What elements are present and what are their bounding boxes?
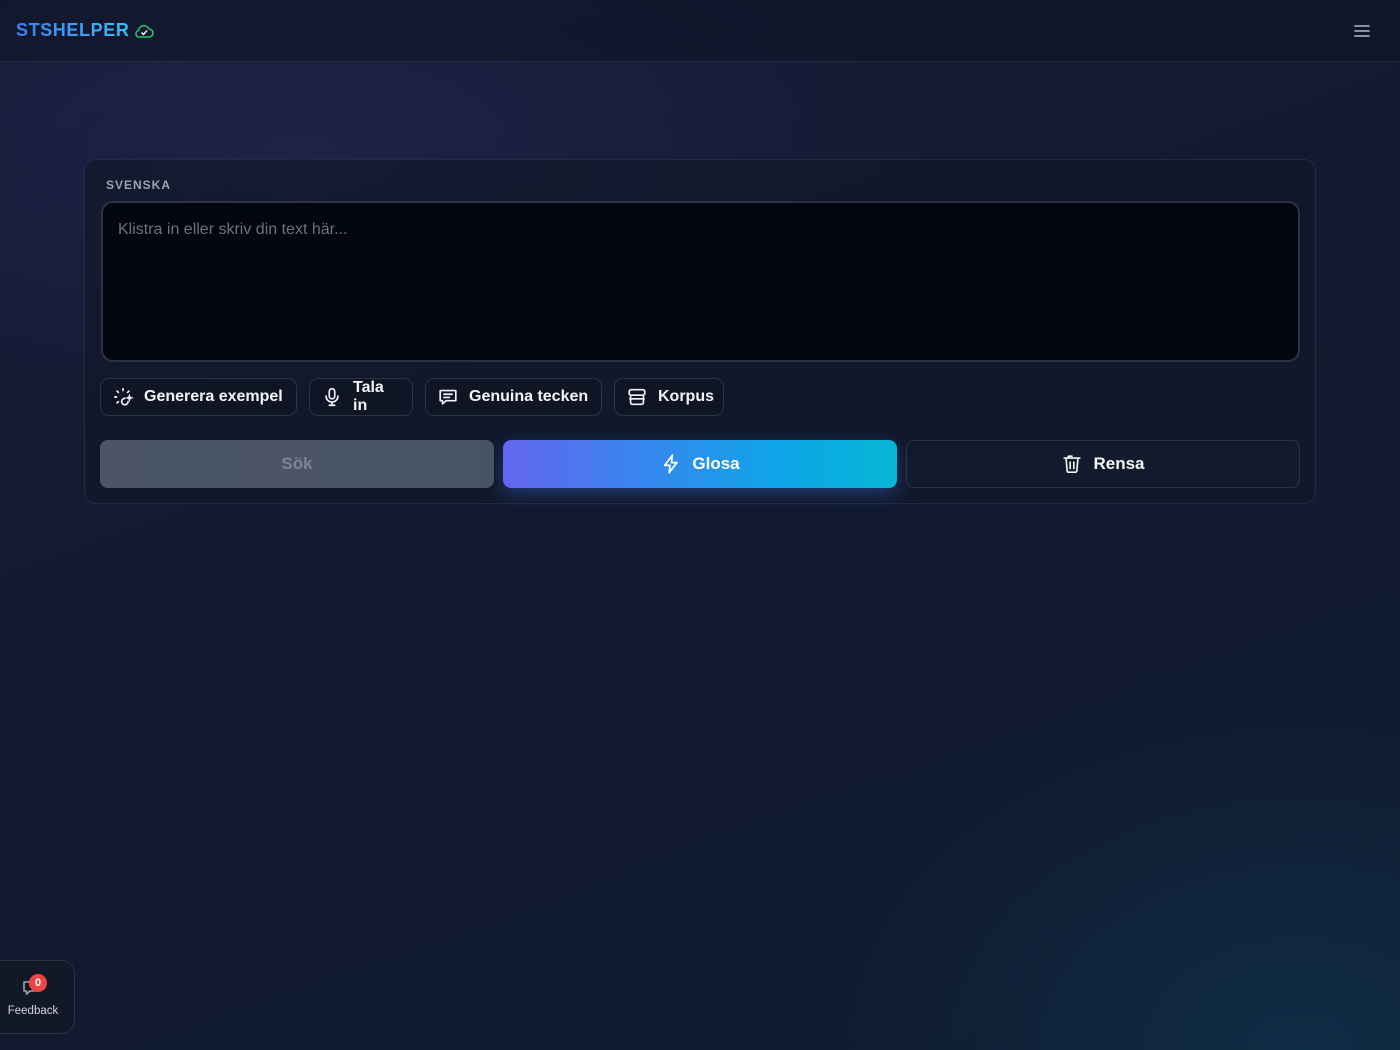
search-button[interactable]: Sök: [100, 440, 494, 488]
feedback-label: Feedback: [7, 1005, 59, 1017]
hamburger-menu-icon[interactable]: [1352, 22, 1372, 40]
lightning-icon: [664, 454, 679, 474]
microphone-icon: [325, 387, 339, 407]
clear-button[interactable]: Rensa: [906, 440, 1300, 488]
gloss-button[interactable]: Glosa: [503, 440, 897, 488]
generate-example-button[interactable]: Generera exempel: [100, 378, 297, 416]
speech-input-label: Tala in: [353, 379, 384, 414]
corpus-label: Korpus: [658, 388, 714, 405]
genuine-signs-button[interactable]: Genuina tecken: [425, 378, 602, 416]
sparkle-loader-icon: [113, 387, 134, 406]
gloss-button-label: Glosa: [692, 454, 740, 473]
corpus-button[interactable]: Korpus: [614, 378, 724, 416]
genuine-signs-label: Genuina tecken: [469, 388, 589, 405]
language-label: SVENSKA: [106, 178, 172, 192]
top-navbar: STSHELPER: [0, 0, 1400, 62]
trash-icon: [1063, 455, 1082, 473]
source-text-input[interactable]: [101, 201, 1300, 362]
brand-logo[interactable]: STSHELPER: [16, 20, 129, 41]
message-icon: [439, 389, 457, 405]
cloud-check-icon: [134, 22, 154, 40]
feedback-button[interactable]: 0 Feedback: [0, 960, 75, 1034]
speech-input-button[interactable]: Tala in: [309, 378, 413, 416]
search-button-label: Sök: [281, 454, 313, 473]
generate-example-label: Generera exempel: [144, 388, 283, 405]
clear-button-label: Rensa: [1093, 454, 1145, 473]
feedback-count-badge: 0: [29, 974, 47, 992]
archive-icon: [628, 388, 646, 406]
translation-card: SVENSKA Generera exempel Tala in Genuina…: [84, 159, 1316, 504]
